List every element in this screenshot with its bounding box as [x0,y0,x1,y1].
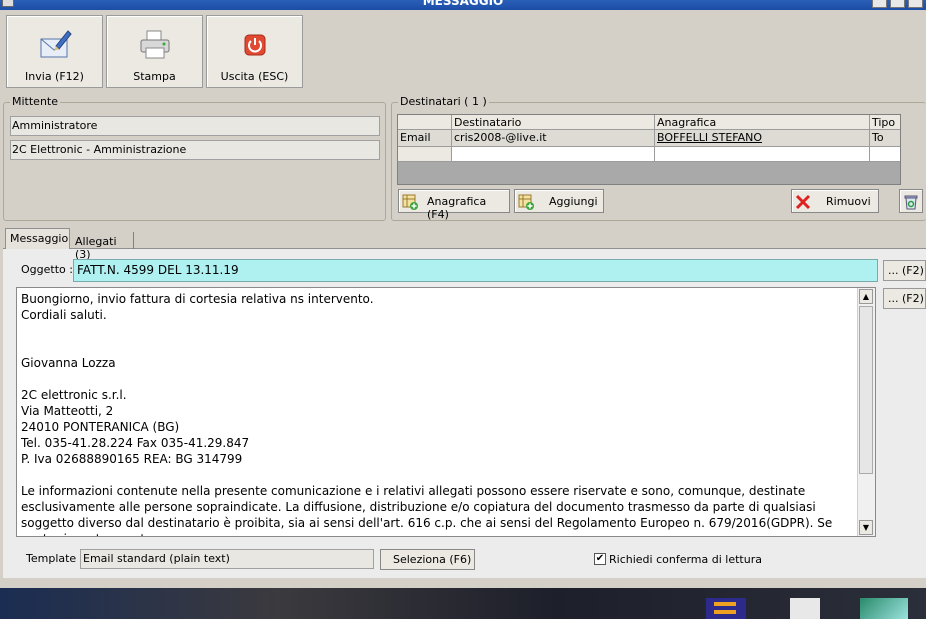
cell-destinatario[interactable]: cris2008-@live.it [452,130,655,147]
subject-input[interactable]: FATT.N. 4599 DEL 13.11.19 [73,259,878,282]
subject-label: Oggetto : [21,263,73,276]
tab-allegati[interactable]: Allegati (3) [71,232,134,261]
scroll-up-arrow-icon[interactable]: ▲ [859,289,873,304]
send-button[interactable]: Invia (F12) [6,15,103,88]
body-f2-button[interactable]: ... (F2) [883,288,926,309]
new-row-header[interactable] [398,147,452,162]
title-bar: MESSAGGIO [0,0,926,10]
row-header[interactable]: Email [398,130,452,147]
recycle-bin-button[interactable] [899,189,923,213]
remove-recipient-button-label: Rimuovi [826,195,871,208]
exit-button-label: Uscita (ESC) [220,70,289,83]
envelope-pen-icon [40,30,72,58]
column-header-anagrafica[interactable]: Anagrafica [655,115,870,130]
checkmark-icon: ✔ [595,553,605,564]
print-button-label: Stampa [133,70,176,83]
desktop-app-icon[interactable] [706,598,746,619]
desktop-shortcut-icon[interactable] [860,598,908,619]
recipients-group-label: Destinatari ( 1 ) [398,95,489,108]
new-row-destinatario[interactable] [452,147,655,162]
body-scrollbar[interactable]: ▲ ▼ [857,288,875,536]
maximize-button[interactable] [890,0,905,8]
sender-group-label: Mittente [10,95,60,108]
cell-tipo[interactable]: To [870,130,900,147]
new-row-tipo[interactable] [870,147,900,162]
print-button[interactable]: Stampa [106,15,203,88]
column-header-destinatario[interactable]: Destinatario [452,115,655,130]
scroll-thumb[interactable] [859,306,873,474]
select-template-button[interactable]: Seleziona (F6) [380,549,475,570]
grid-corner [398,115,452,130]
tab-messaggio[interactable]: Messaggio [5,228,70,249]
send-button-label: Invia (F12) [25,70,84,83]
scroll-down-arrow-icon[interactable]: ▼ [859,520,873,535]
add-recipient-button[interactable]: Aggiungi [514,189,604,213]
minimize-button[interactable] [872,0,887,8]
template-label: Template : [26,552,84,565]
new-row-anagrafica[interactable] [655,147,870,162]
recycle-bin-icon [904,195,918,210]
desktop-document-icon[interactable] [790,598,820,619]
template-field[interactable]: Email standard (plain text) [80,549,374,569]
add-table-icon [402,194,418,210]
anagrafica-button[interactable]: Anagrafica (F4) [398,189,510,221]
sender-name-field[interactable]: Amministratore [10,116,380,136]
close-button[interactable] [908,0,923,8]
window-title: MESSAGGIO [422,0,504,8]
remove-recipient-button[interactable]: Rimuovi [791,189,879,213]
desktop-background [0,588,926,619]
message-body-textarea[interactable]: Buongiorno, invio fattura di cortesia re… [16,287,876,537]
message-body-text: Buongiorno, invio fattura di cortesia re… [21,292,833,536]
anagrafica-button-label: Anagrafica (F4) [427,195,487,221]
recipients-grid[interactable]: Destinatario Anagrafica Tipo Email cris2… [397,114,901,185]
power-icon [244,34,265,56]
subject-f2-button[interactable]: ... (F2) [883,260,926,281]
add-recipient-button-label: Aggiungi [549,195,598,208]
printer-icon [140,30,169,59]
read-receipt-checkbox[interactable]: ✔ [594,553,606,565]
read-receipt-label[interactable]: Richiedi conferma di lettura [609,553,762,566]
add-table-icon [518,194,534,210]
sender-company-field[interactable]: 2C Elettronic - Amministrazione [10,140,380,160]
cell-anagrafica[interactable]: BOFFELLI STEFANO [655,130,870,147]
red-x-icon [795,194,811,210]
column-header-tipo[interactable]: Tipo [870,115,900,130]
exit-button[interactable]: Uscita (ESC) [206,15,303,88]
